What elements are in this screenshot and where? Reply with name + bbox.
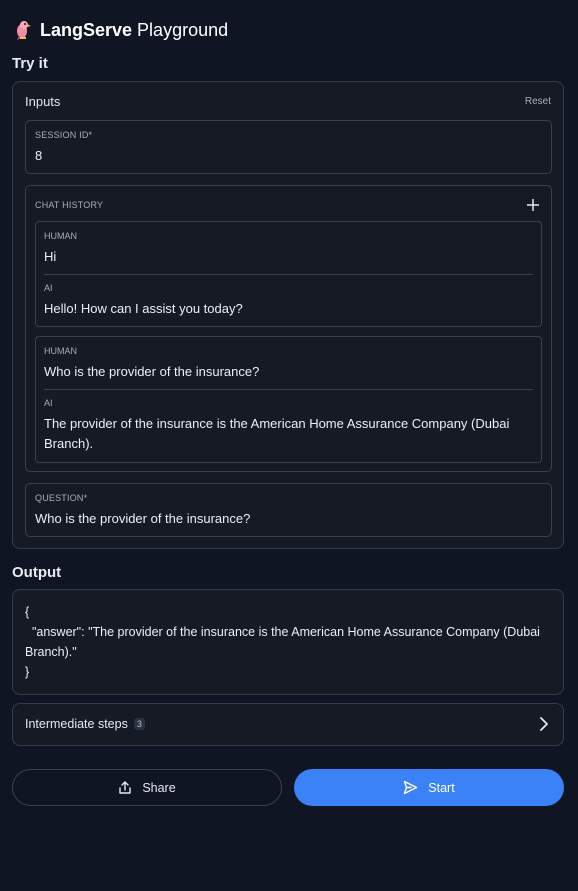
message-divider	[44, 274, 533, 275]
share-button[interactable]: Share	[12, 769, 282, 806]
human-message-text[interactable]: Who is the provider of the insurance?	[44, 362, 533, 382]
output-panel: { "answer": "The provider of the insuran…	[12, 589, 564, 695]
parrot-logo-icon	[17, 21, 31, 40]
intermediate-steps-label: Intermediate steps	[25, 717, 128, 731]
ai-message-text[interactable]: The provider of the insurance is the Ame…	[44, 414, 533, 454]
chat-message-group: HUMAN Hi AI Hello! How can I assist you …	[35, 221, 542, 327]
app-header: LangServe Playground	[12, 18, 228, 42]
question-value[interactable]: Who is the provider of the insurance?	[35, 511, 250, 526]
try-it-title: Try it	[12, 55, 48, 72]
chat-history-field: CHAT HISTORY HUMAN Hi AI Hello! How can …	[25, 185, 552, 472]
brand-name: LangServe	[40, 19, 133, 40]
chat-message-group: HUMAN Who is the provider of the insuran…	[35, 336, 542, 463]
inputs-panel: Inputs Reset SESSION ID* 8 CHAT HISTORY …	[12, 81, 564, 549]
intermediate-steps-row[interactable]: Intermediate steps 3	[12, 703, 564, 746]
human-role-label: HUMAN	[44, 346, 77, 356]
share-label: Share	[142, 780, 176, 795]
add-message-button[interactable]	[527, 196, 539, 214]
ai-role-label: AI	[44, 398, 53, 408]
human-message-text[interactable]: Hi	[44, 247, 533, 267]
intermediate-steps: Intermediate steps 3	[25, 717, 145, 731]
start-label: Start	[428, 780, 455, 795]
reset-button[interactable]: Reset	[525, 96, 551, 107]
inputs-label: Inputs	[25, 94, 61, 109]
chevron-right-icon[interactable]	[539, 716, 549, 732]
send-icon	[404, 780, 418, 795]
brand-subtitle: Playground	[137, 19, 229, 40]
share-icon	[119, 780, 132, 794]
question-label: QUESTION*	[35, 493, 88, 503]
plus-icon	[527, 199, 539, 211]
ai-role-label: AI	[44, 283, 53, 293]
human-role-label: HUMAN	[44, 231, 77, 241]
chat-history-label: CHAT HISTORY	[35, 200, 104, 210]
session-id-label: SESSION ID*	[35, 130, 93, 140]
session-id-field[interactable]: SESSION ID* 8	[25, 120, 552, 174]
question-field[interactable]: QUESTION* Who is the provider of the ins…	[25, 483, 552, 537]
ai-message-text[interactable]: Hello! How can I assist you today?	[44, 299, 533, 319]
steps-count-badge: 3	[133, 718, 145, 730]
output-json-text: { "answer": "The provider of the insuran…	[25, 605, 540, 679]
message-divider	[44, 389, 533, 390]
session-id-value[interactable]: 8	[35, 148, 42, 163]
output-title: Output	[12, 564, 62, 581]
start-button[interactable]: Start	[294, 769, 564, 806]
